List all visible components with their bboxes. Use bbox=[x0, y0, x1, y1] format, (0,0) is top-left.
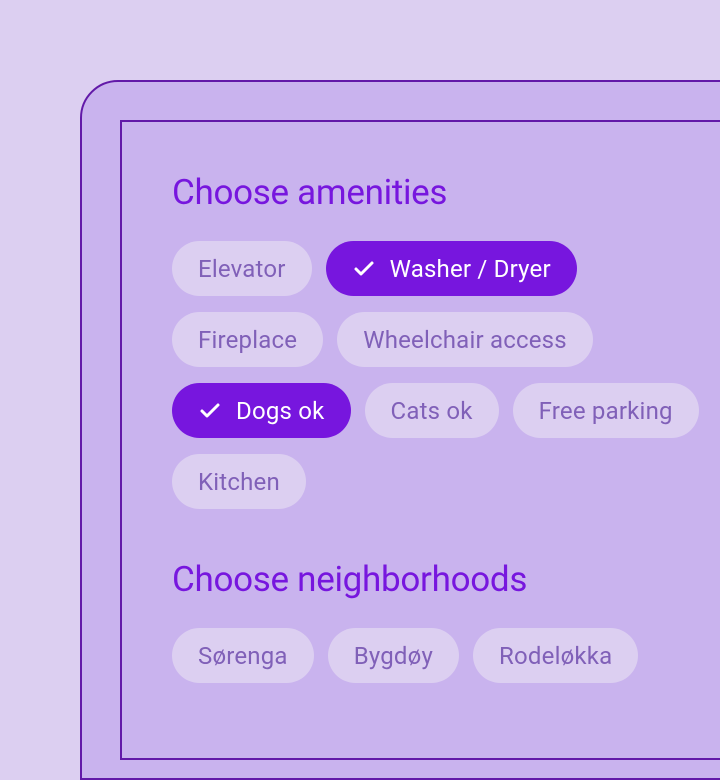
chip-rodelokka[interactable]: Rodeløkka bbox=[473, 628, 638, 683]
inner-panel: Choose amenities Elevator Washer / Dryer… bbox=[120, 120, 720, 760]
chip-sorenga[interactable]: Sørenga bbox=[172, 628, 314, 683]
chip-label: Bygdøy bbox=[354, 642, 433, 670]
chip-wheelchair-access[interactable]: Wheelchair access bbox=[337, 312, 593, 367]
neighborhoods-chip-row: Sørenga Bygdøy Rodeløkka bbox=[172, 628, 708, 683]
chip-label: Elevator bbox=[198, 255, 286, 283]
chip-label: Cats ok bbox=[391, 397, 473, 425]
chip-fireplace[interactable]: Fireplace bbox=[172, 312, 323, 367]
check-icon bbox=[352, 257, 376, 281]
chip-label: Sørenga bbox=[198, 642, 288, 670]
chip-label: Washer / Dryer bbox=[390, 255, 551, 283]
chip-cats-ok[interactable]: Cats ok bbox=[365, 383, 499, 438]
chip-bygdoy[interactable]: Bygdøy bbox=[328, 628, 459, 683]
chip-free-parking[interactable]: Free parking bbox=[513, 383, 699, 438]
amenities-chip-row: Elevator Washer / Dryer Fireplace Wheelc… bbox=[172, 241, 708, 509]
check-icon bbox=[198, 399, 222, 423]
chip-label: Kitchen bbox=[198, 468, 280, 496]
amenities-title: Choose amenities bbox=[172, 172, 708, 213]
outer-panel: Choose amenities Elevator Washer / Dryer… bbox=[80, 80, 720, 780]
chip-label: Dogs ok bbox=[236, 397, 325, 425]
chip-washer-dryer[interactable]: Washer / Dryer bbox=[326, 241, 577, 296]
chip-label: Wheelchair access bbox=[363, 326, 567, 354]
chip-label: Fireplace bbox=[198, 326, 297, 354]
chip-dogs-ok[interactable]: Dogs ok bbox=[172, 383, 351, 438]
chip-kitchen[interactable]: Kitchen bbox=[172, 454, 306, 509]
neighborhoods-title: Choose neighborhoods bbox=[172, 559, 708, 600]
chip-label: Rodeløkka bbox=[499, 642, 612, 670]
chip-label: Free parking bbox=[539, 397, 673, 425]
chip-elevator[interactable]: Elevator bbox=[172, 241, 312, 296]
